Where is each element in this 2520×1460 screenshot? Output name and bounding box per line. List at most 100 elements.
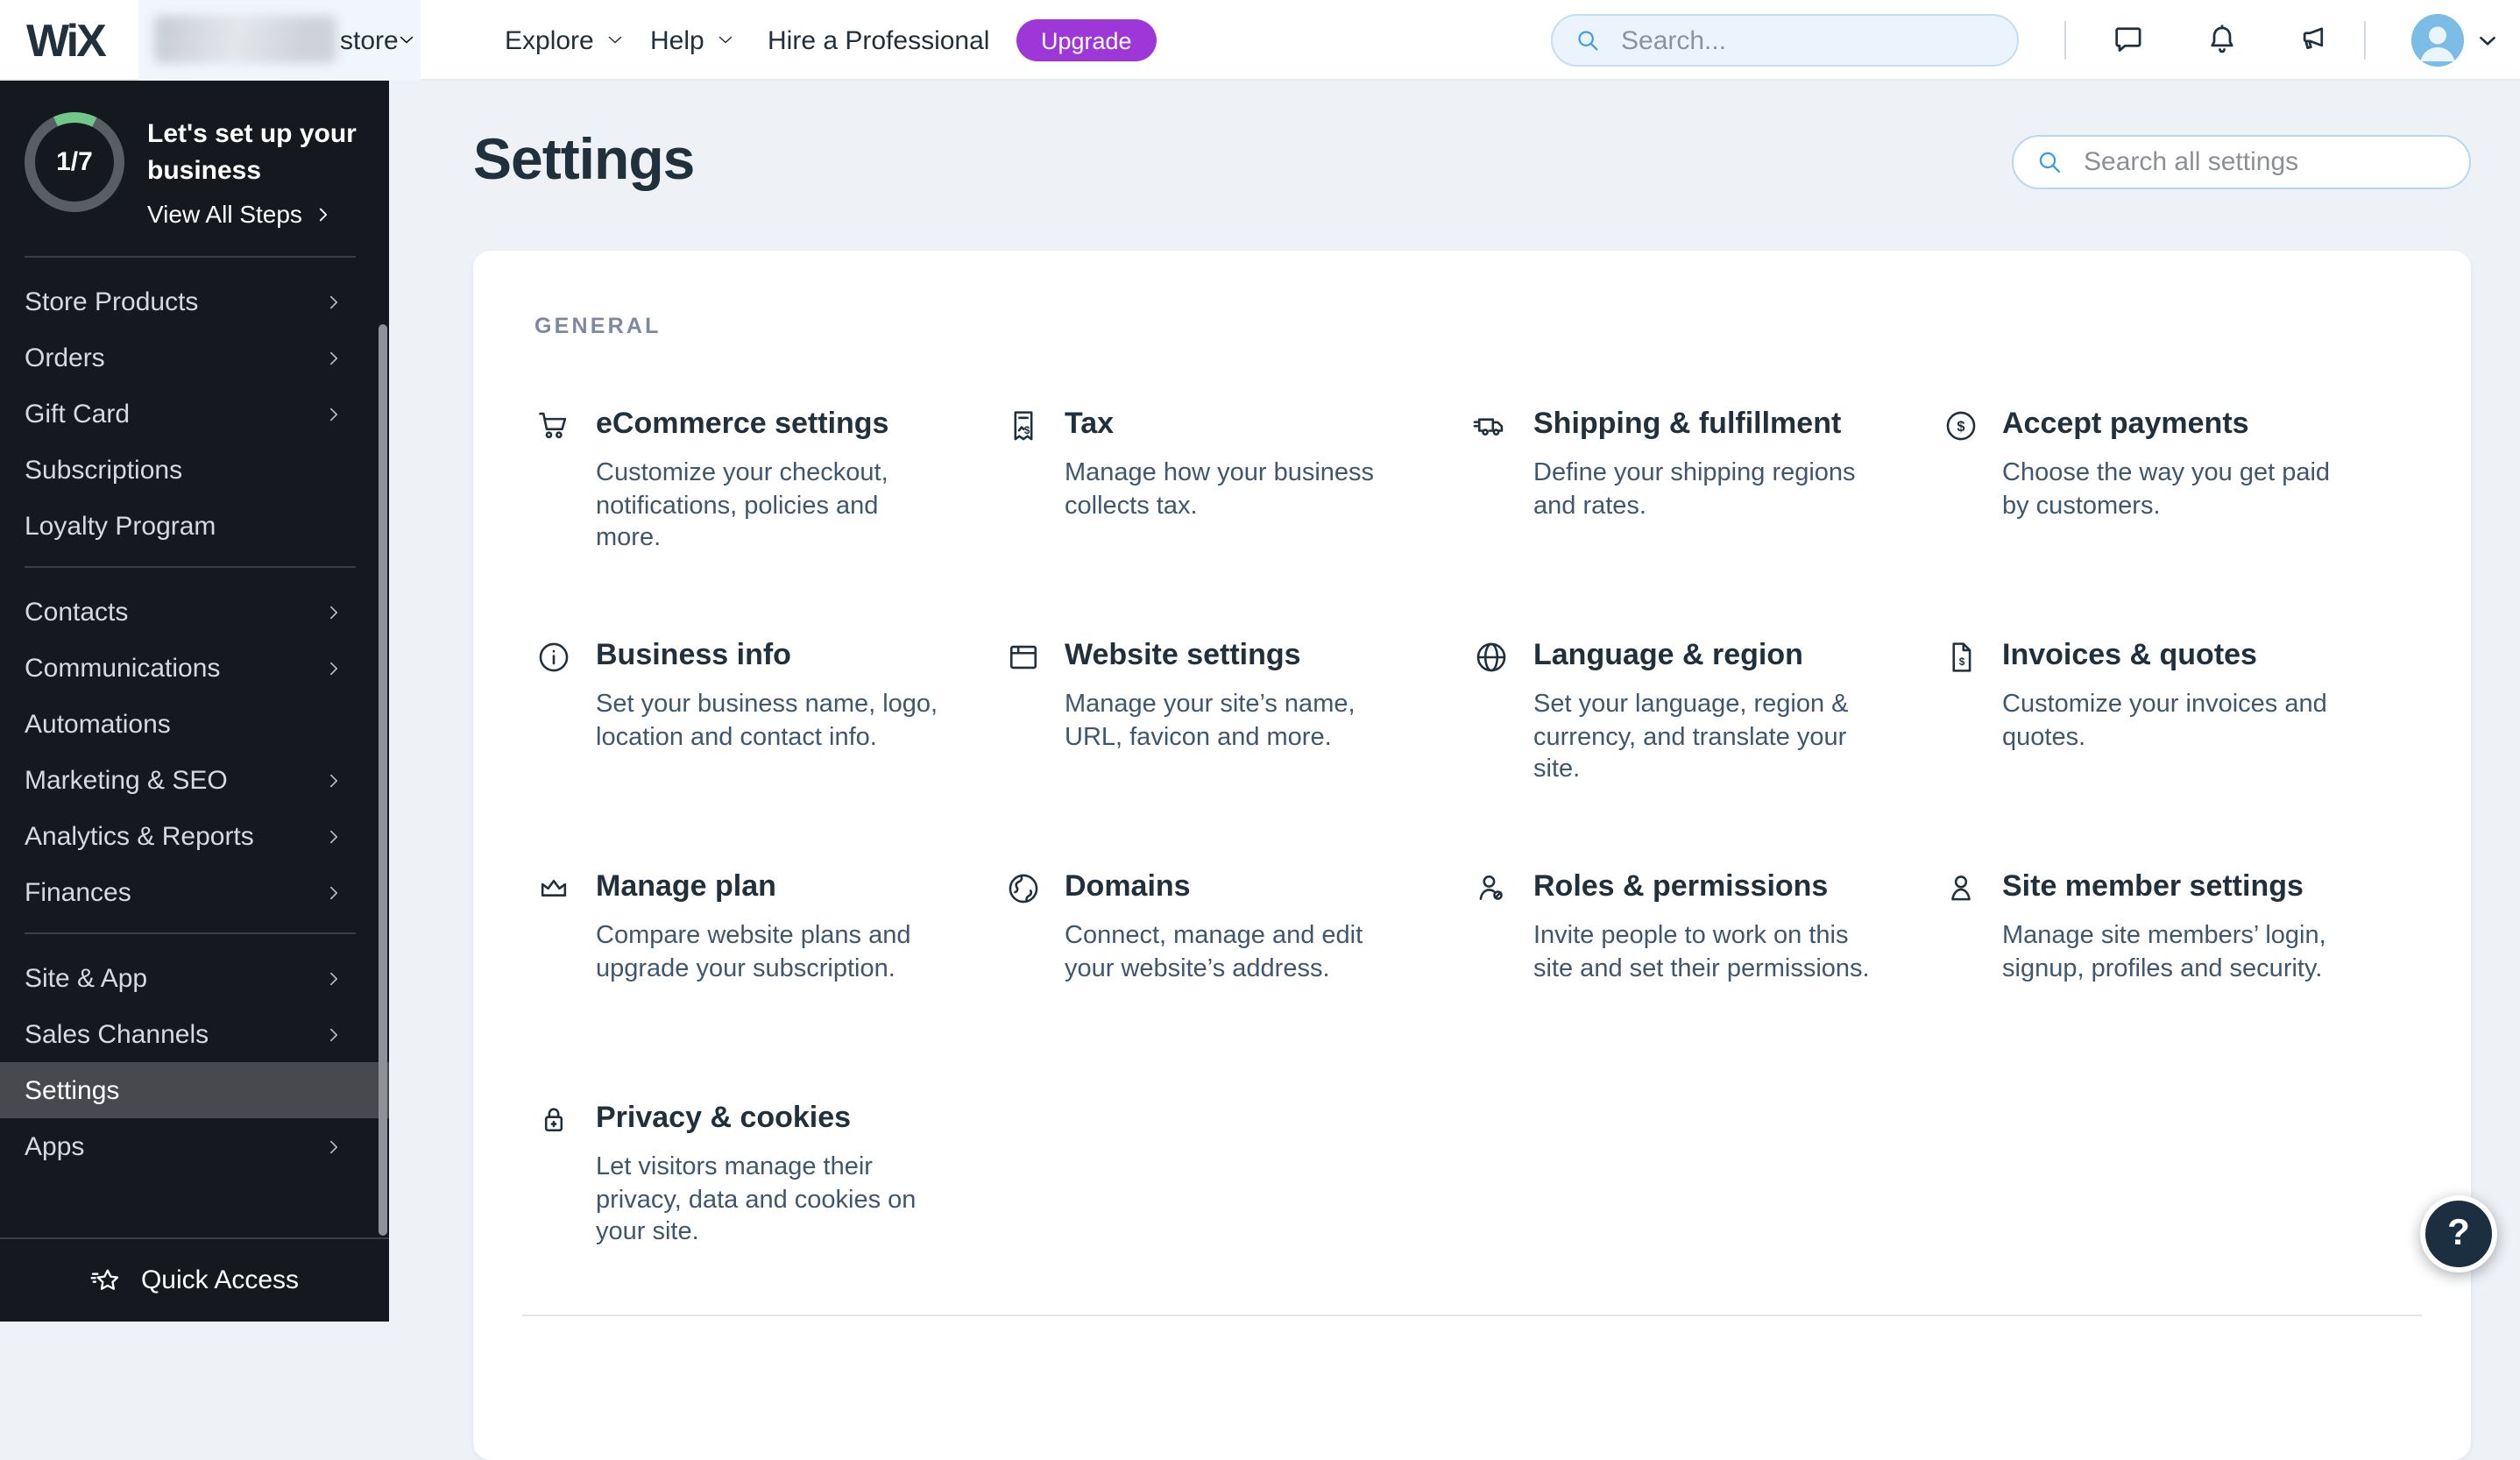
browser-window-icon [1003, 638, 1042, 677]
help-menu[interactable]: Help [650, 0, 736, 81]
sidebar-item-label: Finances [25, 877, 131, 907]
sidebar-item-loyalty-program[interactable]: Loyalty Program [0, 498, 389, 554]
setup-progress-ring: 1/7 [25, 112, 124, 212]
settings-tile-accept-payments[interactable]: $ Accept payments Choose the way you get p… [1941, 405, 2410, 559]
sidebar-item-communications[interactable]: Communications [0, 640, 389, 696]
topbar-search-input[interactable] [1617, 24, 1996, 57]
general-settings-card: GENERAL eCommerce settings Customize your… [473, 251, 2471, 1460]
tile-title: Invoices & quotes [2002, 638, 2257, 671]
settings-tile-tax[interactable]: $ Tax Manage how your business collects ta… [1003, 405, 1472, 559]
settings-tile-website-settings[interactable]: Website settings Manage your site’s name,… [1003, 636, 1472, 790]
site-name-redacted [154, 16, 336, 63]
chevron-right-icon [324, 1137, 343, 1156]
help-label: Help [650, 25, 704, 55]
chevron-right-icon [324, 770, 343, 790]
settings-search [2012, 135, 2471, 189]
settings-tile-site-member-settings[interactable]: Site member settings Manage site members’… [1941, 868, 2410, 1022]
sidebar-item-analytics-reports[interactable]: Analytics & Reports [0, 808, 389, 864]
megaphone-icon[interactable] [2290, 21, 2329, 60]
sidebar-item-label: Sales Channels [25, 1019, 209, 1049]
chevron-right-icon [324, 1024, 343, 1044]
search-icon [1574, 25, 1603, 55]
tile-title: Site member settings [2002, 869, 2304, 903]
chevron-down-icon[interactable] [2476, 30, 2499, 53]
tile-title: Accept payments [2002, 407, 2249, 440]
section-divider [522, 1315, 2422, 1316]
site-switcher[interactable]: store [138, 0, 421, 81]
view-all-steps-link[interactable]: View All Steps [147, 200, 389, 228]
settings-tile-invoices-quotes[interactable]: $ Invoices & quotes Customize your invoice… [1941, 636, 2410, 790]
bell-icon[interactable] [2203, 21, 2241, 60]
sidebar-item-automations[interactable]: Automations [0, 696, 389, 752]
sidebar-item-label: Subscriptions [25, 455, 183, 485]
truck-icon [1472, 407, 1511, 445]
setup-title: Let's set up your business [147, 119, 357, 186]
settings-tile-ecommerce-settings[interactable]: eCommerce settings Customize your checkou… [534, 405, 1003, 559]
sidebar-item-label: Gift Card [25, 399, 131, 429]
svg-text:$: $ [1023, 424, 1030, 436]
quick-access-star-icon [90, 1263, 125, 1298]
chevron-right-icon [324, 882, 343, 902]
settings-tile-manage-plan[interactable]: Manage plan Compare website plans and upg… [534, 868, 1003, 1022]
tile-title: Tax [1065, 407, 1115, 440]
settings-tile-business-info[interactable]: Business info Set your business name, log… [534, 636, 1003, 790]
quick-access-button[interactable]: Quick Access [0, 1237, 389, 1322]
tile-title: Manage plan [596, 869, 776, 903]
sidebar-item-orders[interactable]: Orders [0, 330, 389, 386]
topbar: WiX store Explore Help Hire a Profession… [0, 0, 2520, 81]
tax-receipt-icon: $ [1003, 407, 1042, 445]
person-key-icon [1472, 869, 1511, 908]
invoice-icon: $ [1941, 638, 1979, 677]
sidebar-item-subscriptions[interactable]: Subscriptions [0, 442, 389, 498]
sidebar-item-finances[interactable]: Finances [0, 864, 389, 920]
topbar-divider [2364, 21, 2366, 60]
chat-bubble-icon[interactable] [2110, 21, 2148, 60]
chevron-right-icon [324, 348, 343, 367]
sidebar-divider [25, 932, 356, 934]
sidebar-item-contacts[interactable]: Contacts [0, 584, 389, 640]
setup-progress-label: 1/7 [35, 123, 114, 202]
sidebar-item-store-products[interactable]: Store Products [0, 273, 389, 330]
tile-title: Language & region [1533, 638, 1803, 671]
sidebar-menu: Store Products Orders Gift Card Subscriptio… [0, 273, 389, 1174]
wix-logo[interactable]: WiX [26, 0, 107, 81]
settings-tile-shipping-fulfillment[interactable]: Shipping & fulfillment Define your shippi… [1472, 405, 1941, 559]
chevron-right-icon [324, 602, 343, 621]
site-switcher-label: store [340, 25, 399, 55]
settings-tile-privacy-cookies[interactable]: Privacy & cookies Let visitors manage the… [534, 1099, 1003, 1253]
sidebar-item-label: Marketing & SEO [25, 765, 228, 795]
chevron-down-icon [605, 30, 626, 51]
svg-text:$: $ [1958, 656, 1964, 668]
hire-a-professional-link[interactable]: Hire a Professional [768, 0, 989, 81]
help-button[interactable]: ? [2420, 1195, 2497, 1272]
sidebar-item-label: Loyalty Program [25, 511, 216, 541]
settings-tile-domains[interactable]: Domains Connect, manage and edit your web… [1003, 868, 1472, 1022]
settings-tile-roles-permissions[interactable]: Roles & permissions Invite people to work… [1472, 868, 1941, 1022]
sidebar-item-marketing-seo[interactable]: Marketing & SEO [0, 752, 389, 808]
chevron-right-icon [315, 204, 334, 223]
settings-tile-language-region[interactable]: Language & region Set your language, regi… [1472, 636, 1941, 790]
sidebar-item-label: Automations [25, 709, 171, 739]
tile-title: Privacy & cookies [596, 1101, 852, 1134]
tile-description: Choose the way you get paid by customers… [2002, 459, 2331, 520]
sidebar-item-label: Store Products [25, 287, 199, 316]
sidebar-item-sales-channels[interactable]: Sales Channels [0, 1006, 389, 1062]
tile-description: Define your shipping regions and rates. [1533, 459, 1856, 520]
hire-label: Hire a Professional [768, 25, 990, 55]
sidebar-item-gift-card[interactable]: Gift Card [0, 386, 389, 442]
settings-search-input[interactable] [2080, 145, 2448, 179]
tile-title: Shipping & fulfillment [1533, 407, 1842, 440]
sidebar-item-apps[interactable]: Apps [0, 1118, 389, 1174]
user-avatar[interactable] [2411, 14, 2464, 67]
sidebar-item-settings[interactable]: Settings [0, 1062, 389, 1118]
sidebar-item-site-app[interactable]: Site & App [0, 950, 389, 1006]
explore-menu[interactable]: Explore [505, 0, 626, 81]
sidebar-divider [25, 566, 356, 568]
upgrade-button[interactable]: Upgrade [1016, 19, 1157, 61]
tile-description: Connect, manage and edit your website’s … [1065, 922, 1363, 982]
wix-dashboard: WiX store Explore Help Hire a Profession… [0, 0, 2520, 1460]
tile-description: Compare website plans and upgrade your s… [596, 922, 911, 982]
sidebar-scrollbar[interactable] [379, 324, 387, 1236]
tile-description: Manage your site’s name, URL, favicon an… [1065, 691, 1356, 751]
tile-title: Website settings [1065, 638, 1301, 671]
